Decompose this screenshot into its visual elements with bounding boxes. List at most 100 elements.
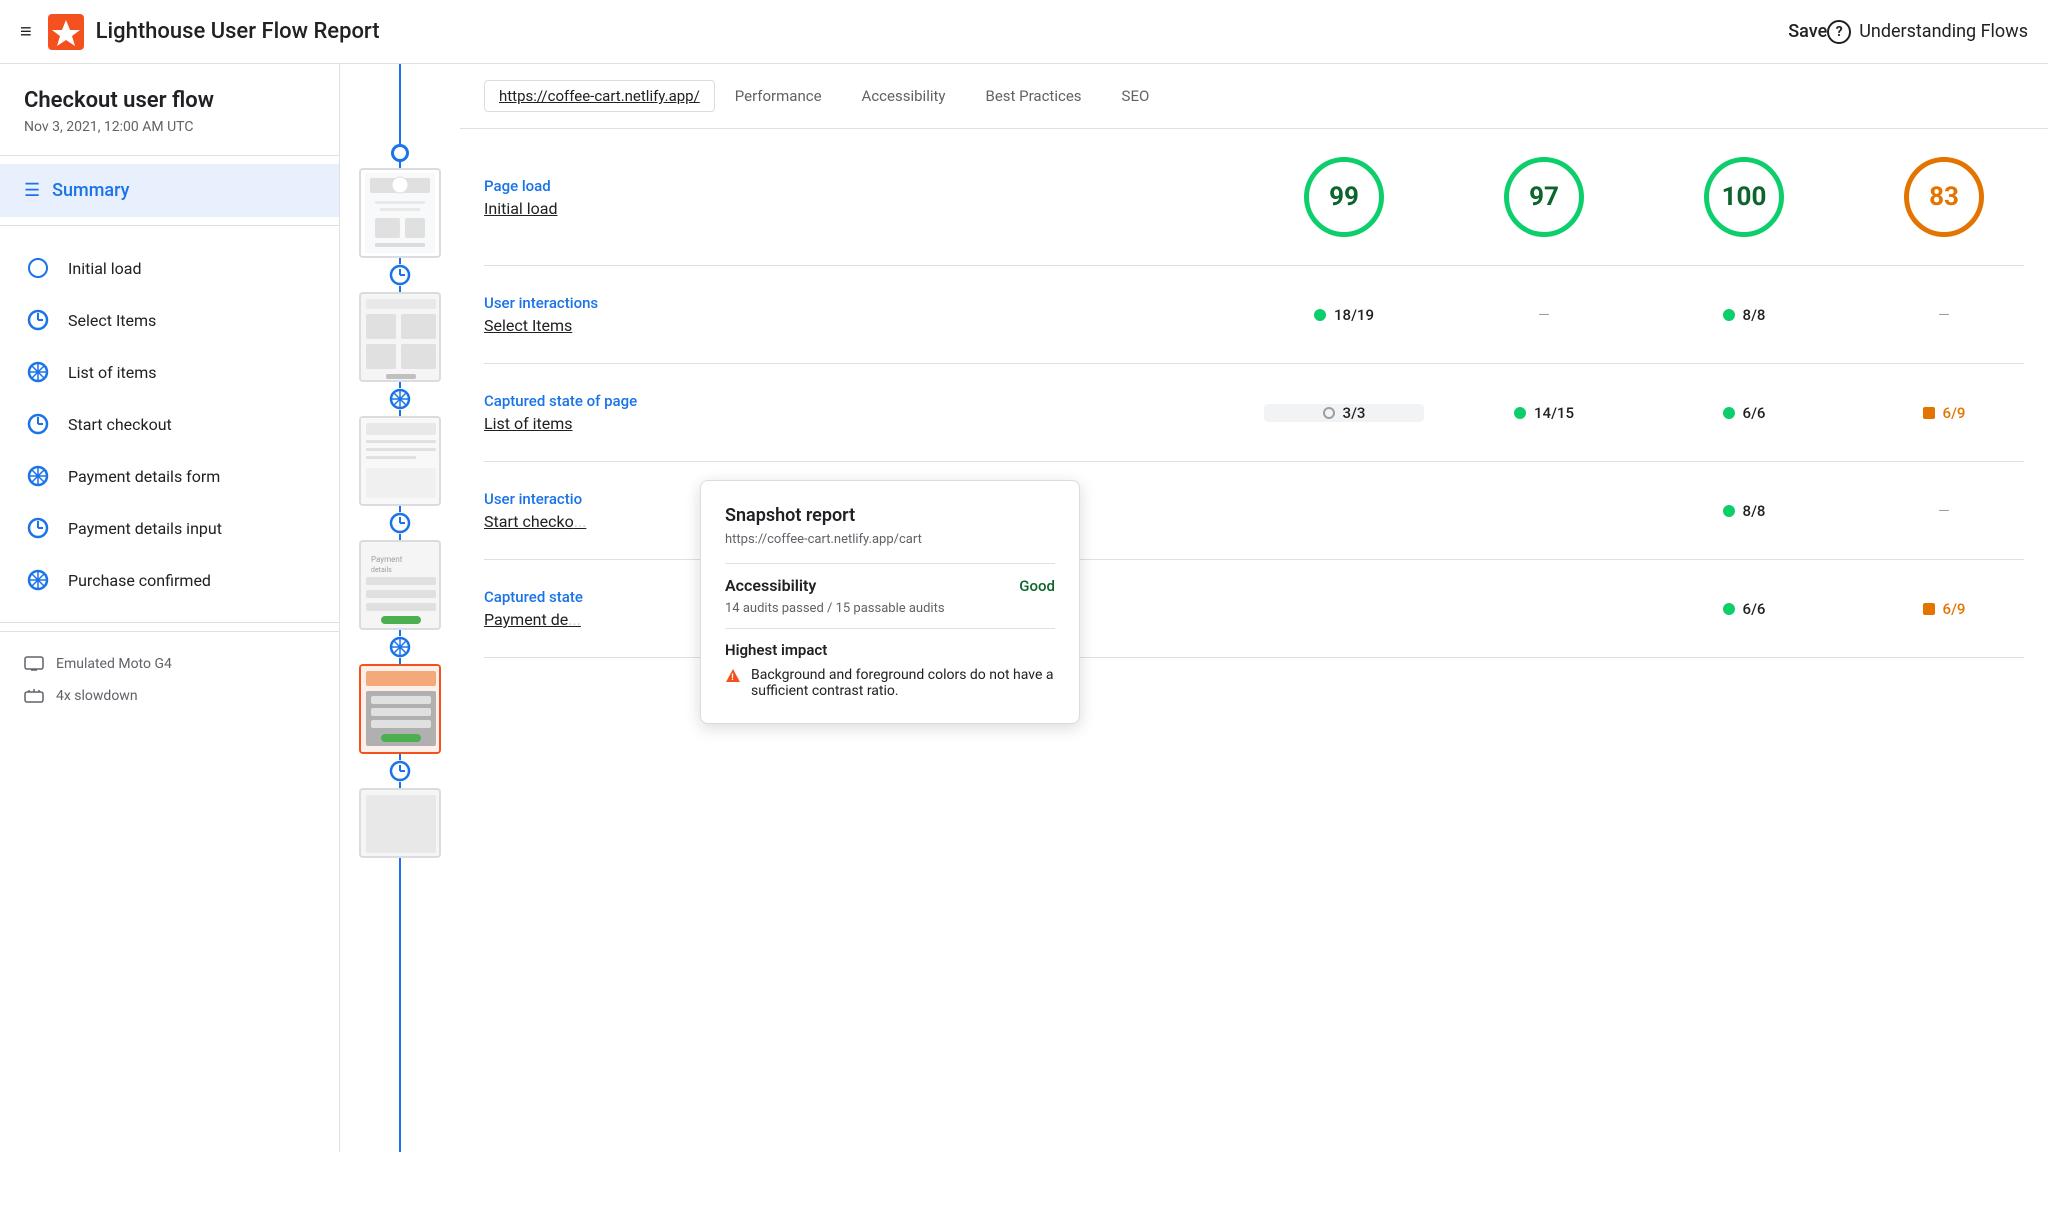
thumb-svg-2 (361, 294, 441, 382)
snowflake-icon (27, 569, 49, 591)
timeline-node-clock (389, 264, 411, 286)
score-name[interactable]: Initial load (484, 199, 764, 218)
score-circle-83: 83 (1904, 157, 1984, 237)
score-label-col: User interactions Select Items (484, 294, 764, 335)
site-url[interactable]: https://coffee-cart.netlify.app/ (484, 80, 715, 112)
score-cell-seo: 6/9 (1864, 600, 2024, 618)
step-label: Payment details form (68, 467, 220, 486)
step-label: Start checkout (68, 415, 172, 434)
timeline-node-circle (391, 144, 409, 162)
timeline-thumb-1[interactable] (359, 168, 441, 258)
circle-node (28, 258, 48, 278)
score-cell-seo: 83 (1864, 157, 2024, 237)
timeline-thumb-4[interactable]: Payment details (359, 540, 441, 630)
sidebar-step-payment-form[interactable]: Payment details form (0, 450, 339, 502)
score-cell-acc: 97 (1464, 157, 1624, 237)
score-badge-6-6b: 6/6 (1723, 600, 1766, 618)
timeline-item-2 (359, 264, 441, 388)
snowflake-icon (27, 361, 49, 383)
score-badge-6-6: 6/6 (1723, 404, 1766, 422)
badge-value: 6/6 (1743, 404, 1766, 422)
sidebar-step-payment-input[interactable]: Payment details input (0, 502, 339, 554)
tab-accessibility[interactable]: Accessibility (862, 87, 946, 105)
tab-seo[interactable]: SEO (1122, 87, 1150, 105)
tab-performance[interactable]: Performance (735, 87, 822, 105)
clock-icon (27, 309, 49, 331)
clock-icon (27, 413, 49, 435)
thumb-svg-1 (365, 173, 435, 253)
sidebar-header: Checkout user flow Nov 3, 2021, 12:00 AM… (0, 88, 339, 155)
sidebar-step-purchase[interactable]: Purchase confirmed (0, 554, 339, 606)
device-icon (24, 656, 44, 672)
lighthouse-logo (48, 14, 84, 50)
help-section[interactable]: ? Understanding Flows (1827, 20, 2028, 44)
score-cell-bp: 8/8 (1664, 502, 1824, 520)
step-label: Select Items (68, 311, 156, 330)
thumb-svg-4: Payment details (361, 542, 441, 630)
score-value: 99 (1329, 182, 1359, 212)
tooltip-impact-title: Highest impact (725, 641, 1055, 659)
score-name[interactable]: Select Items (484, 316, 764, 335)
tooltip-divider (725, 563, 1055, 564)
score-row-initial-load: Page load Initial load 99 97 (484, 129, 2024, 266)
tooltip-metric-row: Accessibility Good (725, 576, 1055, 595)
step-label: Payment details input (68, 519, 222, 538)
timeline-node-clock3 (389, 760, 411, 782)
step-label: Purchase confirmed (68, 571, 211, 590)
timeline-thumb-2[interactable] (359, 292, 441, 382)
tab-best-practices[interactable]: Best Practices (986, 87, 1082, 105)
score-cell-bp: 6/6 (1664, 600, 1824, 618)
topbar: ≡ Lighthouse User Flow Report Save ? Und… (0, 0, 2048, 64)
tooltip-impact-item: ! Background and foreground colors do no… (725, 667, 1055, 699)
step-label: Initial load (68, 259, 142, 278)
save-button[interactable]: Save (1788, 21, 1827, 42)
score-row-list-items: Captured state of page List of items 3/3… (484, 364, 2024, 462)
badge-value: 14/15 (1534, 404, 1574, 422)
score-circle-100: 100 (1704, 157, 1784, 237)
sidebar-step-list-items[interactable]: List of items (0, 346, 339, 398)
sidebar-step-select-items[interactable]: Select Items (0, 294, 339, 346)
timeline-thumb-6[interactable] (359, 788, 441, 858)
badge-dot-green (1723, 309, 1735, 321)
step-icon-snowflake2 (24, 462, 52, 490)
step-icon-clock3 (24, 514, 52, 542)
snowflake-icon (27, 465, 49, 487)
score-value: 100 (1722, 182, 1767, 212)
score-row-select-items: User interactions Select Items 18/19 – (484, 266, 2024, 364)
app-title: Lighthouse User Flow Report (96, 19, 1749, 44)
sidebar-steps: Initial load Select Items (0, 226, 339, 622)
score-cell-perf: 99 (1264, 157, 1424, 237)
svg-text:!: ! (731, 673, 733, 683)
flow-title: Checkout user flow (24, 88, 315, 113)
score-cell-seo: – (1864, 303, 2024, 327)
score-badge-8-8b: 8/8 (1723, 502, 1766, 520)
sidebar-step-start-checkout[interactable]: Start checkout (0, 398, 339, 450)
score-name[interactable]: List of items (484, 414, 764, 433)
badge-square-orange2 (1923, 603, 1935, 615)
tooltip-divider2 (725, 628, 1055, 629)
sidebar-step-initial-load[interactable]: Initial load (0, 242, 339, 294)
timeline-thumb-5[interactable] (359, 664, 441, 754)
thumb-svg-5 (361, 666, 441, 754)
badge-dot-green (1723, 505, 1735, 517)
slowdown-info: 4x slowdown (24, 680, 315, 712)
timeline-thumb-3[interactable] (359, 416, 441, 506)
score-badge-8-8: 8/8 (1723, 306, 1766, 324)
score-badge-6-9: 6/9 (1923, 404, 1966, 422)
score-cell-seo: – (1864, 499, 2024, 523)
score-cell-bp: 8/8 (1664, 306, 1824, 324)
timeline-node-snowflake2 (389, 636, 411, 658)
score-badge-3-3: 3/3 (1323, 404, 1366, 422)
score-value: 83 (1929, 182, 1959, 212)
score-value: 97 (1529, 182, 1559, 212)
score-category: Page load (484, 177, 764, 195)
score-metrics: 18/19 – 8/8 – (764, 303, 2024, 327)
menu-icon[interactable]: ≡ (20, 19, 32, 44)
device-label: Emulated Moto G4 (56, 656, 172, 672)
content-tabs: Performance Accessibility Best Practices… (735, 87, 1150, 105)
sidebar-item-summary[interactable]: ☰ Summary (0, 164, 339, 217)
score-cell-bp: 100 (1664, 157, 1824, 237)
score-metrics: 99 97 100 83 (764, 157, 2024, 237)
badge-value: 6/9 (1943, 404, 1966, 422)
summary-label: Summary (52, 180, 129, 201)
